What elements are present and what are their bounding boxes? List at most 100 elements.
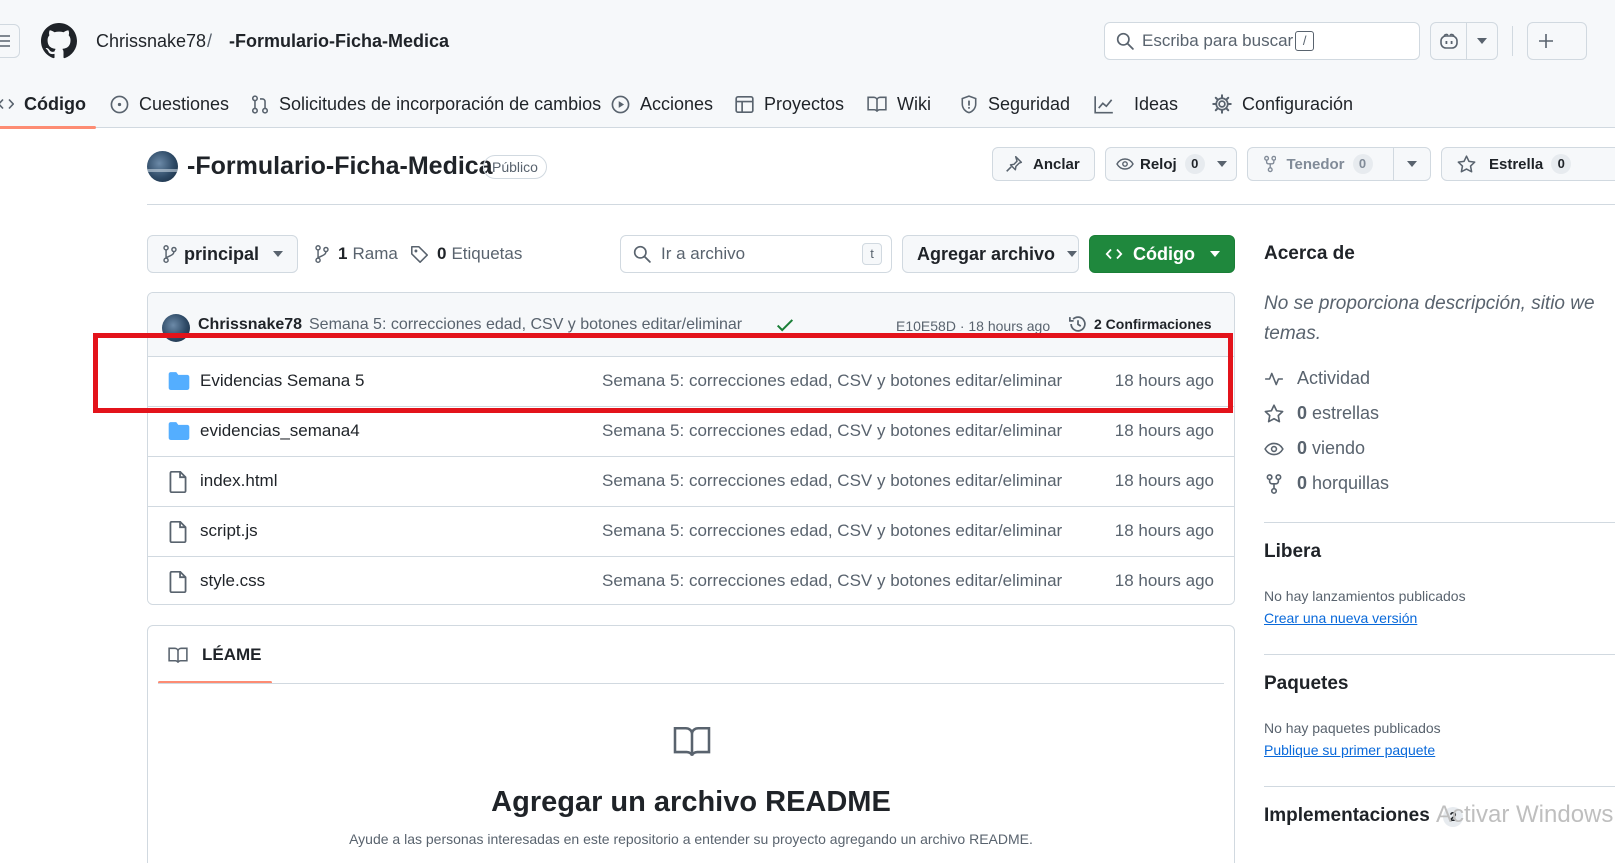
- commit-hash-time[interactable]: E10E58D · 18 hours ago: [896, 318, 1050, 334]
- tab-projects[interactable]: Proyectos: [735, 80, 844, 128]
- branches-count: 1: [338, 244, 348, 263]
- activity-link[interactable]: Actividad: [1264, 368, 1370, 389]
- add-file-button[interactable]: Agregar archivo: [902, 235, 1079, 273]
- triangle-down-icon: [1209, 251, 1220, 257]
- file-name[interactable]: evidencias_semana4: [200, 421, 360, 441]
- tab-insights[interactable]: Ideas: [1094, 80, 1178, 128]
- file-row-file[interactable]: index.html Semana 5: correcciones edad, …: [148, 457, 1234, 507]
- code-icon: [0, 98, 14, 110]
- stars-count: 0: [1297, 403, 1308, 423]
- file-commit-message[interactable]: Semana 5: correcciones edad, CSV y boton…: [602, 371, 1062, 391]
- code-dropdown-button[interactable]: Código: [1089, 235, 1235, 273]
- readme-subtext: Ayude a las personas interesadas en este…: [349, 831, 1033, 847]
- table-icon: [735, 95, 754, 113]
- file-date: 18 hours ago: [1114, 471, 1214, 490]
- fork-icon: [1264, 155, 1277, 173]
- file-commit-message[interactable]: Semana 5: correcciones edad, CSV y boton…: [602, 421, 1062, 441]
- file-commit-message[interactable]: Semana 5: correcciones edad, CSV y boton…: [602, 471, 1062, 491]
- watching-label: viendo: [1312, 438, 1366, 458]
- packages-title[interactable]: Paquetes: [1264, 673, 1348, 695]
- repo-title[interactable]: -Formulario-Ficha-Medica: [187, 152, 493, 181]
- file-table: Chrissnake78 Semana 5: correcciones edad…: [147, 292, 1235, 605]
- folder-icon: [168, 372, 190, 390]
- star-icon: [1457, 154, 1476, 173]
- github-logo-icon[interactable]: [41, 23, 77, 59]
- tags-link[interactable]: 0 Etiquetas: [410, 244, 522, 264]
- publish-package-link[interactable]: Publique su primer paquete: [1264, 742, 1435, 758]
- plus-icon: [1539, 34, 1553, 48]
- hamburger-icon: [0, 35, 10, 47]
- eye-icon: [1264, 442, 1284, 455]
- activity-label: Actividad: [1297, 368, 1371, 388]
- shield-icon: [961, 94, 977, 113]
- tab-label: Configuración: [1242, 93, 1354, 114]
- file-row-folder[interactable]: evidencias_semana4 Semana 5: correccione…: [148, 407, 1234, 457]
- releases-title[interactable]: Libera: [1264, 541, 1321, 563]
- file-name[interactable]: index.html: [200, 471, 277, 491]
- breadcrumb-owner[interactable]: Chrissnake78: [96, 30, 206, 52]
- file-row-file[interactable]: script.js Semana 5: correcciones edad, C…: [148, 507, 1234, 557]
- pin-button[interactable]: Anclar: [992, 147, 1095, 181]
- file-row-folder[interactable]: Evidencias Semana 5 Semana 5: correccion…: [148, 357, 1234, 407]
- deployments-label: Implementaciones: [1264, 805, 1430, 826]
- branch-icon: [315, 245, 329, 263]
- create-new-button[interactable]: [1527, 22, 1587, 60]
- repo-owner-avatar[interactable]: [147, 151, 178, 182]
- check-icon[interactable]: [776, 318, 794, 332]
- watching-count: 0: [1297, 438, 1308, 458]
- file-commit-message[interactable]: Semana 5: correcciones edad, CSV y boton…: [602, 521, 1062, 541]
- breadcrumb-repo[interactable]: -Formulario-Ficha-Medica: [229, 30, 449, 52]
- copilot-dropdown-button[interactable]: [1467, 23, 1497, 59]
- commit-message[interactable]: Semana 5: correcciones edad, CSV y boton…: [309, 316, 742, 334]
- fork-button[interactable]: Tenedor 0: [1247, 147, 1431, 181]
- file-name[interactable]: Evidencias Semana 5: [200, 371, 364, 391]
- file-commit-message[interactable]: Semana 5: correcciones edad, CSV y boton…: [602, 571, 1062, 591]
- code-label: Código: [1133, 243, 1195, 264]
- branch-selector[interactable]: principal: [147, 235, 298, 273]
- copilot-icon: [1439, 33, 1458, 49]
- readme-divider: [158, 683, 1224, 684]
- tab-issues[interactable]: Cuestiones: [110, 80, 229, 128]
- menu-button[interactable]: [0, 24, 20, 58]
- stars-link[interactable]: 0 estrellas: [1264, 403, 1379, 424]
- readme-tab[interactable]: LÉAME: [158, 626, 272, 684]
- sidebar-divider: [1264, 522, 1615, 523]
- file-name[interactable]: script.js: [200, 521, 258, 541]
- forks-label: horquillas: [1312, 473, 1390, 493]
- star-button[interactable]: Estrella 0: [1441, 147, 1615, 181]
- visibility-badge: Público: [483, 155, 547, 179]
- add-file-label: Agregar archivo: [917, 243, 1056, 264]
- file-date: 18 hours ago: [1114, 521, 1214, 540]
- tab-pull-requests[interactable]: Solicitudes de incorporación de cambios: [251, 80, 601, 128]
- tab-label: Solicitudes de incorporación de cambios: [279, 93, 602, 114]
- fork-dropdown[interactable]: [1392, 148, 1430, 180]
- create-release-link[interactable]: Crear una nueva versión: [1264, 610, 1417, 626]
- copilot-button[interactable]: [1431, 23, 1467, 59]
- branches-link[interactable]: 1 Rama: [314, 244, 398, 264]
- sidebar-divider: [1264, 654, 1615, 655]
- star-icon: [1264, 403, 1284, 422]
- commit-author-avatar[interactable]: [162, 314, 190, 342]
- tab-settings[interactable]: Configuración: [1212, 80, 1353, 128]
- file-name[interactable]: style.css: [200, 571, 265, 591]
- search-icon: [1116, 32, 1134, 50]
- tab-actions[interactable]: Acciones: [611, 80, 713, 128]
- tab-security[interactable]: Seguridad: [960, 80, 1070, 128]
- triangle-down-icon: [1216, 161, 1227, 167]
- code-icon: [1105, 248, 1123, 260]
- branch-icon: [163, 245, 177, 263]
- commit-author[interactable]: Chrissnake78: [198, 316, 302, 334]
- tab-wiki[interactable]: Wiki: [867, 80, 931, 128]
- deployments-title[interactable]: Implementaciones 2: [1264, 805, 1464, 827]
- forks-link[interactable]: 0 horquillas: [1264, 473, 1389, 494]
- go-to-file-input[interactable]: Ir a archivo t: [620, 235, 892, 273]
- readme-panel: LÉAME Agregar un archivo README Ayude a …: [147, 625, 1235, 863]
- global-search-input[interactable]: Escriba para buscar /: [1104, 22, 1420, 60]
- tab-code[interactable]: Código: [0, 80, 96, 129]
- commits-history-link[interactable]: 2 Confirmaciones: [1068, 314, 1211, 334]
- watch-button[interactable]: Reloj 0: [1105, 147, 1237, 181]
- file-row-file[interactable]: style.css Semana 5: correcciones edad, C…: [148, 557, 1234, 604]
- watch-count: 0: [1184, 154, 1205, 174]
- releases-empty-text: No hay lanzamientos publicados: [1264, 588, 1466, 604]
- watchers-link[interactable]: 0 viendo: [1264, 438, 1365, 459]
